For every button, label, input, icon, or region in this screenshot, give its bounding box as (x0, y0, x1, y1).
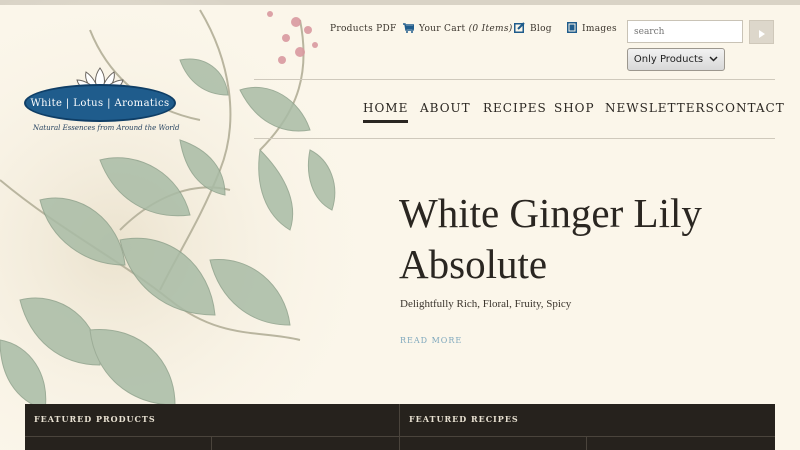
logo-name: White | Lotus | Aromatics (30, 97, 170, 109)
featured-products-rule (25, 436, 399, 437)
featured-divider (399, 404, 400, 450)
cart-label: Your Cart (419, 24, 466, 34)
blog-label: Blog (530, 24, 552, 34)
logo-tagline: Natural Essences from Around the World (33, 124, 180, 132)
products-pdf-label: Products PDF (330, 24, 397, 34)
nav-newsletters[interactable]: NEWSLETTERS (605, 101, 715, 115)
products-pdf-link[interactable]: Products PDF (330, 21, 397, 37)
nav-shop[interactable]: SHOP (554, 101, 595, 115)
nav-home[interactable]: HOME (363, 101, 409, 123)
search-submit-icon (758, 23, 765, 42)
images-icon (567, 22, 577, 36)
featured-recipes-heading: FEATURED RECIPES (409, 414, 519, 424)
images-label: Images (582, 24, 617, 34)
main-nav: HOME ABOUT RECIPES SHOP NEWSLETTERS CONT… (363, 101, 784, 123)
featured-panel: FEATURED PRODUCTS FEATURED RECIPES (25, 404, 775, 450)
search-filter-value: Only Products (633, 54, 704, 65)
blog-icon (514, 22, 525, 36)
featured-recipes-rule (400, 436, 775, 437)
images-link[interactable]: Images (567, 21, 617, 37)
blog-link[interactable]: Blog (514, 21, 552, 37)
featured-products-heading: FEATURED PRODUCTS (34, 414, 156, 424)
search-input[interactable] (627, 20, 743, 43)
chevron-down-icon (709, 54, 718, 65)
search-filter-select[interactable]: Only Products (627, 48, 725, 71)
nav-recipes[interactable]: RECIPES (483, 101, 547, 115)
nav-about[interactable]: ABOUT (420, 101, 471, 115)
hero-title: White Ginger Lily Absolute (399, 190, 702, 287)
nav-contact[interactable]: CONTACT (715, 101, 785, 115)
cart-link[interactable]: Your Cart (0 Items) (403, 21, 513, 37)
search-submit-button[interactable] (749, 20, 774, 44)
featured-products-column-divider (211, 436, 212, 450)
site-logo[interactable]: White | Lotus | Aromatics Natural Essenc… (24, 66, 180, 138)
cart-icon (403, 22, 415, 36)
header-divider-top (254, 79, 775, 80)
header-divider-bottom (254, 138, 775, 139)
hero-subtitle: Delightfully Rich, Floral, Fruity, Spicy (400, 298, 572, 310)
read-more-link[interactable]: READ MORE (400, 336, 462, 345)
cart-count: (0 Items) (468, 24, 513, 34)
featured-recipes-column-divider (586, 436, 587, 450)
logo-badge: White | Lotus | Aromatics (24, 84, 176, 122)
